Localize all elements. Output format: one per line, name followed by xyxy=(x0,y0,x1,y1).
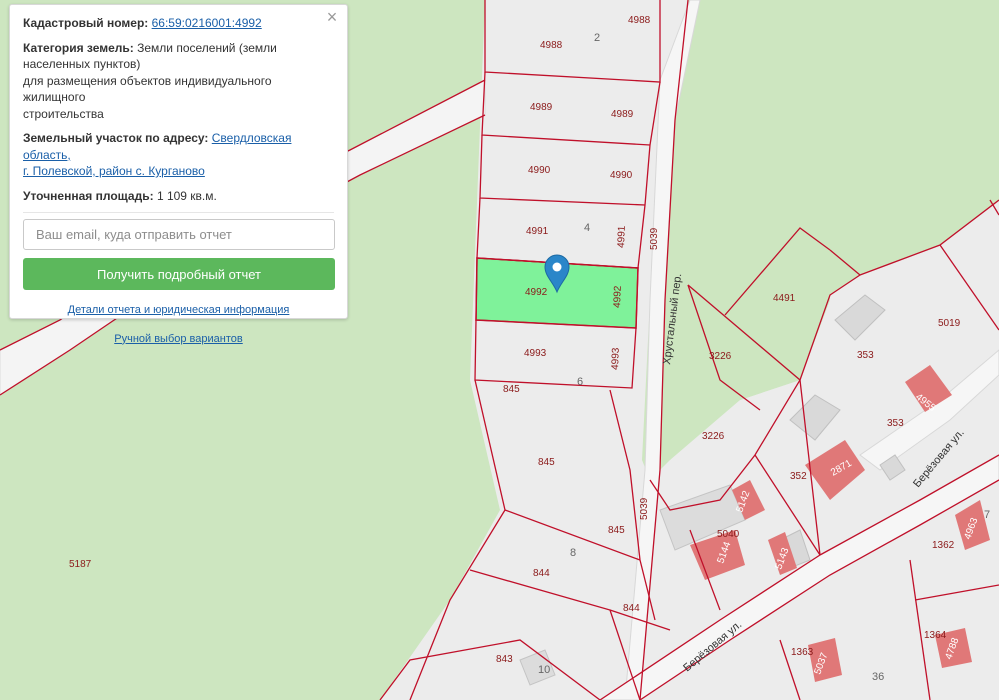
plot-label: 4991 xyxy=(526,226,549,237)
plot-label: 4988 xyxy=(540,40,563,51)
close-icon[interactable]: × xyxy=(323,8,341,26)
plot-label: 5039 xyxy=(639,497,650,520)
plot-label: 4992 xyxy=(612,285,624,308)
plot-label: 5187 xyxy=(69,559,92,570)
plot-label: 845 xyxy=(608,525,625,536)
plot-label: 4491 xyxy=(773,293,796,304)
plot-label: 352 xyxy=(790,471,807,482)
plot-label: 844 xyxy=(533,568,550,579)
block-number-8: 8 xyxy=(570,547,576,559)
plot-label: 4991 xyxy=(616,225,628,248)
area-label: Уточненная площадь: xyxy=(23,188,154,203)
plot-label: 1362 xyxy=(932,540,955,551)
block-number-7: 7 xyxy=(984,509,990,521)
get-report-button[interactable]: Получить подробный отчет xyxy=(23,258,335,290)
land-category-line: для размещения объектов индивидуального … xyxy=(23,73,272,105)
land-category-line: строительства xyxy=(23,106,104,121)
plot-label: 843 xyxy=(496,654,513,665)
plot-label: 4993 xyxy=(610,347,622,370)
cadastral-number-link[interactable]: 66:59:0216001:4992 xyxy=(152,16,262,30)
cadastral-number-label: Кадастровый номер: xyxy=(23,16,149,30)
address-label: Земельный участок по адресу: xyxy=(23,131,209,145)
plot-label: 845 xyxy=(503,384,520,395)
plot-label: 4989 xyxy=(530,102,553,113)
plot-label: 4992 xyxy=(525,287,548,298)
email-input[interactable] xyxy=(23,219,335,250)
address-link[interactable]: г. Полевской, район с. Курганово xyxy=(23,164,205,178)
report-details-link[interactable]: Детали отчета и юридическая информация xyxy=(23,302,334,319)
plot-label: 4988 xyxy=(628,15,651,26)
plot-info-panel: × Кадастровый номер: 66:59:0216001:4992 … xyxy=(9,4,348,345)
land-category-label: Категория земель: xyxy=(23,40,134,55)
plot-label: 4990 xyxy=(610,170,633,181)
cadastral-number-row: Кадастровый номер: 66:59:0216001:4992 xyxy=(23,15,334,32)
plot-label: 1363 xyxy=(791,647,814,658)
plot-label: 3226 xyxy=(702,431,725,442)
plot-label: 3226 xyxy=(709,351,732,362)
land-category-line: населенных пунктов) xyxy=(23,57,141,71)
land-category-line: Земли поселений (земли xyxy=(137,40,277,55)
plot-label: 845 xyxy=(538,457,555,468)
plot-label: 5039 xyxy=(649,227,660,250)
plot-label: 353 xyxy=(857,350,874,361)
plot-label: 844 xyxy=(623,603,640,614)
area-value: 1 109 кв.м. xyxy=(156,188,217,203)
block-number-2: 2 xyxy=(594,32,600,44)
plot-label: 1364 xyxy=(924,630,947,641)
address-row: Земельный участок по адресу: Свердловска… xyxy=(23,130,334,180)
plot-label: 4989 xyxy=(611,109,634,120)
plot-label: 5040 xyxy=(717,529,740,540)
block-number-4: 4 xyxy=(584,222,590,234)
block-number-36: 36 xyxy=(872,671,884,683)
area-row: Уточненная площадь: 1 109 кв.м. xyxy=(23,188,334,205)
plot-label: 353 xyxy=(887,418,904,429)
block-number-10: 10 xyxy=(538,664,550,676)
block-number-6: 6 xyxy=(577,376,583,388)
divider xyxy=(23,212,334,213)
plot-label: 5019 xyxy=(938,318,961,329)
land-category-row: Категория земель: Земли поселений (земли… xyxy=(23,40,334,123)
manual-selection-link[interactable]: Ручной выбор вариантов xyxy=(23,331,334,348)
plot-label: 4990 xyxy=(528,165,551,176)
plot-label: 4993 xyxy=(524,348,547,359)
